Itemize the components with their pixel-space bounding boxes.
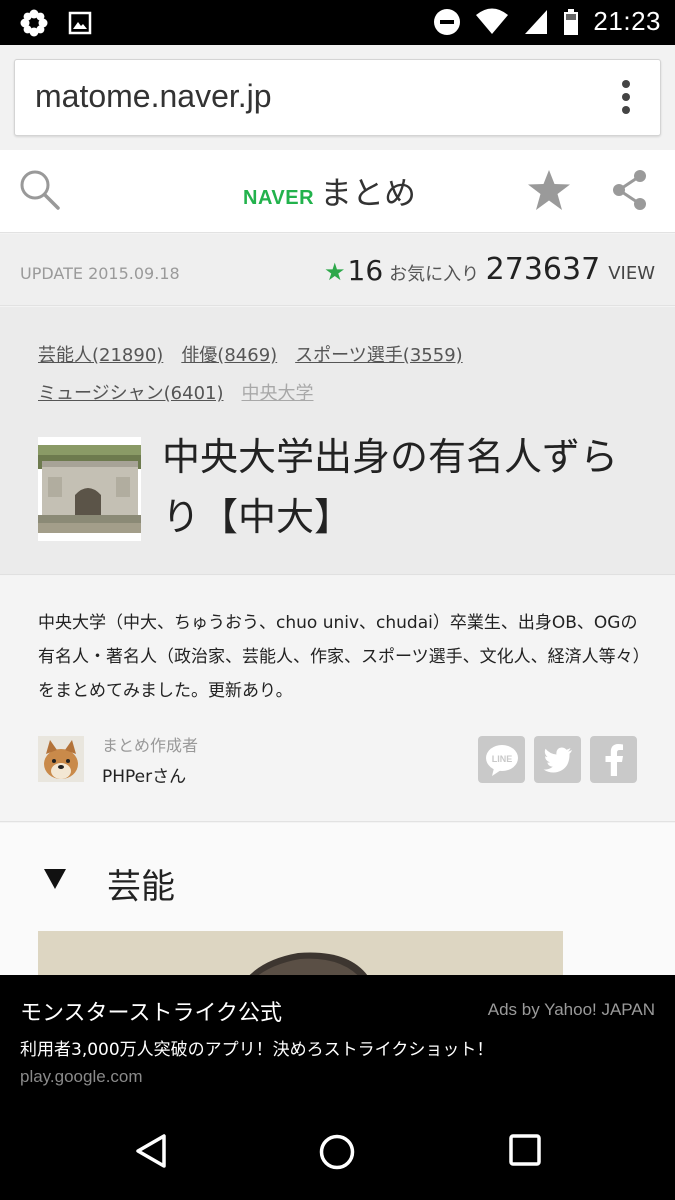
view-count: 273637 VIEW — [486, 252, 655, 287]
tag-link[interactable]: 俳優(8469) — [181, 341, 277, 367]
ad-description[interactable]: 利用者3,000万人突破のアプリ！決めろストライクショット！ — [20, 1035, 493, 1060]
triangle-down-icon — [44, 869, 66, 889]
favorites-number: 16 — [347, 254, 384, 287]
do-not-disturb-icon — [434, 8, 461, 35]
views-number: 273637 — [485, 252, 601, 287]
matome-logo-text: まとめ — [320, 174, 417, 212]
site-logo[interactable]: NAVER まとめ — [243, 168, 416, 214]
image-notification-icon — [68, 11, 92, 35]
ad-title[interactable]: モンスターストライク公式 — [20, 995, 282, 1027]
recent-apps-icon[interactable] — [508, 1133, 542, 1167]
facebook-share-button[interactable] — [590, 736, 637, 783]
address-bar[interactable]: matome.naver.jp — [14, 59, 661, 136]
ad-banner[interactable]: モンスターストライク公式 Ads by Yahoo! JAPAN 利用者3,00… — [0, 975, 675, 1100]
wifi-icon — [476, 8, 509, 34]
favorites-label: お気に入り — [389, 264, 480, 285]
author-avatar[interactable] — [38, 736, 84, 782]
section-heading: 芸能 — [107, 867, 175, 907]
line-share-button[interactable]: LINE — [478, 736, 525, 783]
article-title: 中央大学出身の有名人ずらり【中大】 — [162, 435, 619, 539]
twitter-share-button[interactable] — [534, 736, 581, 783]
green-star-icon: ★ — [324, 258, 346, 286]
article-summary: 中央大学（中大、ちゅうおう、chuo univ、chudai）卒業生、出身OB、… — [0, 576, 675, 822]
tag-link[interactable]: スポーツ選手(3559) — [295, 341, 463, 367]
tag-list: 芸能人(21890) 俳優(8469) スポーツ選手(3559) ミュージシャン… — [38, 341, 658, 417]
cell-signal-icon — [525, 9, 548, 34]
ad-url[interactable]: play.google.com — [20, 1067, 143, 1087]
article-header: 芸能人(21890) 俳優(8469) スポーツ選手(3559) ミュージシャン… — [0, 307, 675, 575]
browser-toolbar: matome.naver.jp — [0, 45, 675, 150]
line-icon: LINE — [485, 744, 518, 776]
url-text[interactable]: matome.naver.jp — [35, 78, 272, 115]
search-icon[interactable] — [18, 168, 62, 212]
line-icon-label: LINE — [491, 754, 512, 764]
author-name[interactable]: PHPerさん — [102, 762, 186, 787]
system-navigation-bar — [0, 1100, 675, 1200]
battery-icon — [564, 8, 579, 35]
content-section: 芸能 — [0, 823, 675, 991]
article-thumbnail — [38, 437, 141, 541]
twitter-icon — [543, 747, 572, 772]
facebook-icon — [605, 743, 623, 776]
views-label: VIEW — [608, 263, 655, 284]
back-icon[interactable] — [134, 1133, 168, 1169]
share-icon[interactable] — [610, 168, 650, 212]
favorite-star-icon[interactable] — [526, 168, 572, 212]
tag-link[interactable]: 芸能人(21890) — [38, 341, 163, 367]
favorites-count: ★ 16 お気に入り — [324, 254, 479, 287]
home-icon[interactable] — [318, 1133, 356, 1171]
update-date: UPDATE 2015.09.18 — [20, 264, 180, 283]
tag-link-current[interactable]: 中央大学 — [242, 379, 314, 405]
clock: 21:23 — [593, 6, 661, 36]
author-role-label: まとめ作成者 — [102, 736, 199, 755]
status-bar: 21:23 — [0, 0, 675, 45]
flower-app-icon — [20, 9, 48, 37]
overflow-menu-icon[interactable] — [620, 80, 632, 120]
article-description: 中央大学（中大、ちゅうおう、chuo univ、chudai）卒業生、出身OB、… — [38, 613, 642, 701]
stats-row: UPDATE 2015.09.18 ★ 16 お気に入り 273637 VIEW — [0, 234, 675, 306]
naver-logo-text: NAVER — [243, 187, 315, 209]
ad-attribution: Ads by Yahoo! JAPAN — [487, 1000, 655, 1019]
site-header: NAVER まとめ — [0, 150, 675, 233]
tag-link[interactable]: ミュージシャン(6401) — [38, 379, 224, 405]
